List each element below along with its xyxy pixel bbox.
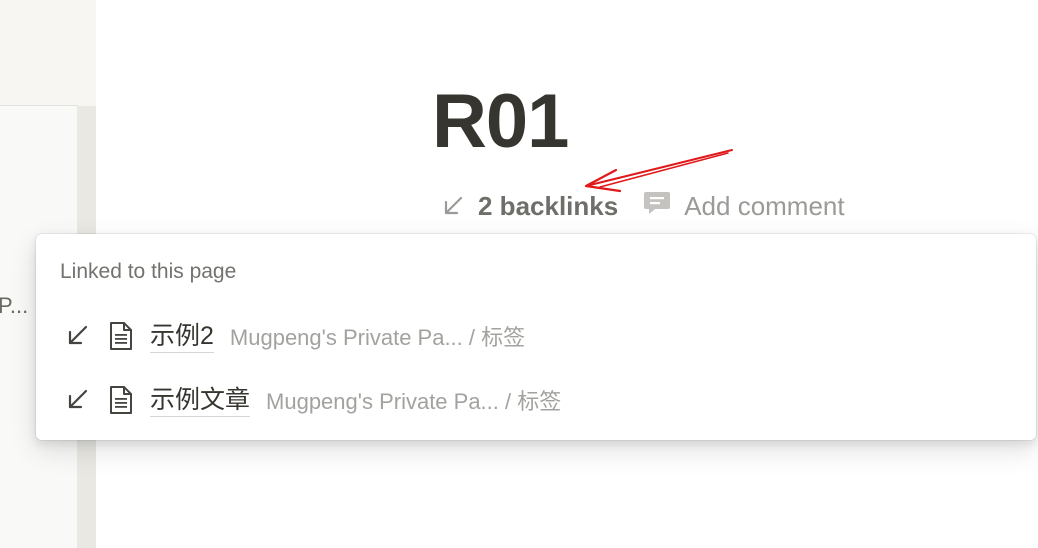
add-comment-label: Add comment [684,190,845,221]
document-icon [108,321,134,351]
backlinks-button[interactable]: 2 backlinks [440,191,618,222]
comment-icon [642,189,672,224]
arrow-down-left-icon [64,323,90,349]
backlink-title[interactable]: 示例2 [150,320,214,353]
add-comment-button[interactable]: Add comment [642,189,845,224]
page-meta-row: 2 backlinks Add comment [440,189,845,223]
backlinks-label: 2 backlinks [478,190,619,221]
backlink-path: Mugpeng's Private Pa... / 标签 [266,389,562,414]
backlink-item[interactable]: 示例文章 Mugpeng's Private Pa... / 标签 [60,378,561,422]
arrow-down-left-icon [440,193,466,219]
backlink-item[interactable]: 示例2 Mugpeng's Private Pa... / 标签 [60,314,525,358]
backlinks-popover: Linked to this page 示例2 Mugpeng's Privat… [36,234,1036,440]
popover-heading: Linked to this page [60,260,237,283]
document-icon [108,385,134,415]
sidebar-item-truncated[interactable]: P... [0,293,28,319]
backlink-path: Mugpeng's Private Pa... / 标签 [229,325,526,350]
arrow-down-left-icon [64,387,90,413]
backlink-title[interactable]: 示例文章 [150,384,251,417]
page-title[interactable]: R01 [432,84,569,160]
sidebar-top-pane [0,0,96,106]
